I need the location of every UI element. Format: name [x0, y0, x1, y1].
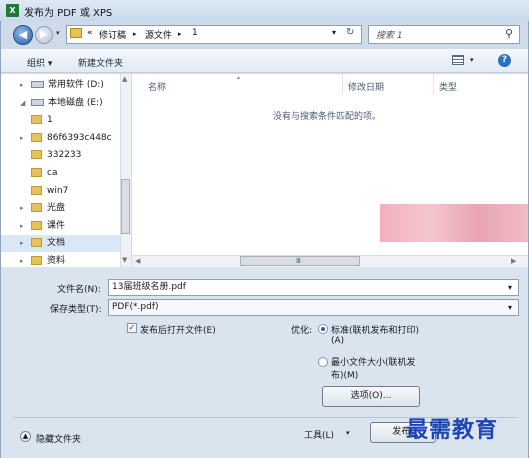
tree-item-label: 文档: [47, 238, 66, 249]
optimize-label: 优化:: [291, 326, 313, 336]
expander-icon[interactable]: ▸: [20, 235, 28, 252]
drive-icon: [31, 98, 44, 106]
tree-item-label: 光盘: [47, 203, 66, 214]
hide-folders-button[interactable]: 隐藏文件夹: [36, 432, 81, 445]
expander-icon[interactable]: ▸: [20, 218, 28, 235]
drive-icon: [31, 81, 44, 88]
scroll-left-icon[interactable]: ◀: [135, 257, 140, 265]
scroll-right-icon[interactable]: ▶: [511, 257, 516, 265]
navigation-scrollbar[interactable]: [120, 74, 131, 267]
column-header-date[interactable]: 修改日期: [348, 80, 384, 93]
empty-results-message: 没有与搜索条件匹配的项。: [273, 112, 382, 122]
open-after-publish-checkbox[interactable]: ✓: [127, 323, 137, 333]
tree-item-label: ca: [47, 168, 58, 178]
tree-item[interactable]: win7: [20, 183, 130, 200]
tree-item[interactable]: ▸ 光盘: [20, 200, 130, 217]
navigation-scroll-thumb[interactable]: [121, 179, 130, 234]
column-divider[interactable]: [433, 74, 434, 94]
tree-item-label: 常用软件 (D:): [48, 80, 104, 90]
filetype-dropdown-icon[interactable]: ▾: [508, 303, 512, 312]
scroll-down-icon[interactable]: ▼: [122, 256, 127, 264]
collapse-icon[interactable]: ▲: [20, 431, 31, 442]
expander-icon[interactable]: ▸: [20, 200, 28, 217]
breadcrumb-overflow[interactable]: «: [87, 28, 93, 38]
scroll-up-icon[interactable]: ▲: [122, 75, 127, 83]
tree-item[interactable]: ▸ 课件: [20, 218, 130, 235]
tree-item-label: 86f6393c448c: [47, 132, 112, 143]
folder-icon: [31, 115, 42, 125]
organize-button[interactable]: 组织 ▾: [27, 56, 52, 69]
filetype-select[interactable]: PDF(*.pdf): [108, 299, 519, 316]
tree-item-label: 本地磁盘 (E:): [48, 97, 103, 108]
forward-button[interactable]: ▶: [35, 26, 53, 44]
folder-icon: [31, 185, 42, 195]
breadcrumb-separator[interactable]: ▸: [178, 30, 182, 38]
tools-dropdown-icon[interactable]: ▾: [346, 429, 350, 437]
tree-item[interactable]: ◢ 本地磁盘 (E:): [20, 95, 130, 112]
options-button[interactable]: 选项(O)...: [322, 386, 420, 407]
pixelated-overlay: [380, 204, 528, 242]
folder-icon: [31, 203, 42, 213]
view-options-icon[interactable]: [452, 55, 464, 65]
search-input[interactable]: 搜索 1: [376, 28, 403, 41]
optimize-minimum-label-suffix: 布)(M): [331, 371, 359, 381]
refresh-icon[interactable]: ↻: [346, 27, 354, 38]
optimize-standard-label-suffix: (A): [331, 336, 345, 346]
optimize-minimum-radio[interactable]: [318, 357, 328, 367]
window-title: 发布为 PDF 或 XPS: [24, 8, 113, 19]
help-icon[interactable]: ?: [498, 54, 511, 67]
folder-icon: [31, 132, 42, 142]
breadcrumb-item-source[interactable]: 源文件: [145, 28, 172, 41]
optimize-minimum-label: 最小文件大小(联机发: [331, 358, 416, 368]
address-dropdown-icon[interactable]: ▾: [332, 28, 336, 37]
optimize-standard-label: 标准(联机发布和打印): [331, 326, 420, 336]
tree-item[interactable]: 332233: [20, 147, 130, 164]
search-icon[interactable]: ⚲: [505, 27, 513, 40]
breadcrumb-separator[interactable]: ▸: [133, 30, 137, 38]
back-button[interactable]: ◀: [13, 25, 33, 45]
folder-icon: [31, 150, 42, 160]
column-header-name[interactable]: 名称: [148, 80, 166, 93]
folder-icon: [31, 256, 42, 265]
breadcrumb-item-1[interactable]: 1: [192, 28, 198, 38]
watermark-logo: 最需教育: [406, 417, 499, 443]
tree-item[interactable]: ca: [20, 165, 130, 182]
column-divider[interactable]: [342, 74, 343, 94]
breadcrumb-item-revisions[interactable]: 修订稿: [99, 28, 126, 41]
filename-label: 文件名(N):: [57, 285, 101, 295]
tree-item[interactable]: 1: [20, 112, 130, 129]
folder-icon: [31, 238, 42, 248]
tree-item[interactable]: ▸ 常用软件 (D:): [20, 77, 130, 94]
optimize-standard-radio[interactable]: [318, 324, 328, 334]
column-header-type[interactable]: 类型: [439, 80, 457, 93]
filename-dropdown-icon[interactable]: ▾: [508, 283, 512, 292]
folder-icon: [70, 28, 82, 38]
sort-indicator-icon: ▴: [237, 74, 241, 81]
recent-pages-dropdown[interactable]: ▾: [56, 29, 60, 37]
tools-button[interactable]: 工具(L): [304, 428, 334, 441]
filetype-label: 保存类型(T):: [50, 305, 102, 315]
new-folder-button[interactable]: 新建文件夹: [78, 56, 123, 69]
tree-item-label: 课件: [47, 220, 66, 231]
view-dropdown-icon[interactable]: ▾: [470, 56, 474, 64]
folder-icon: [31, 168, 42, 177]
expander-icon[interactable]: ▸: [20, 130, 28, 147]
open-after-publish-label: 发布后打开文件(E): [140, 326, 216, 336]
expander-icon[interactable]: ◢: [20, 95, 28, 112]
filename-input[interactable]: 13届班级名册.pdf: [108, 279, 519, 296]
tree-item-label: 1: [47, 115, 53, 126]
grip-icon: Ⅲ: [296, 257, 301, 265]
tree-item[interactable]: ▸ 文档: [1, 235, 121, 253]
tree-item-label: 332233: [47, 150, 82, 161]
folder-icon: [31, 220, 42, 230]
excel-icon: X: [6, 4, 19, 17]
tree-item-label: win7: [47, 185, 69, 196]
tree-item-label: 资料: [47, 256, 66, 266]
tree-item[interactable]: ▸ 86f6393c448c: [20, 130, 130, 147]
expander-icon[interactable]: ▸: [20, 77, 28, 94]
